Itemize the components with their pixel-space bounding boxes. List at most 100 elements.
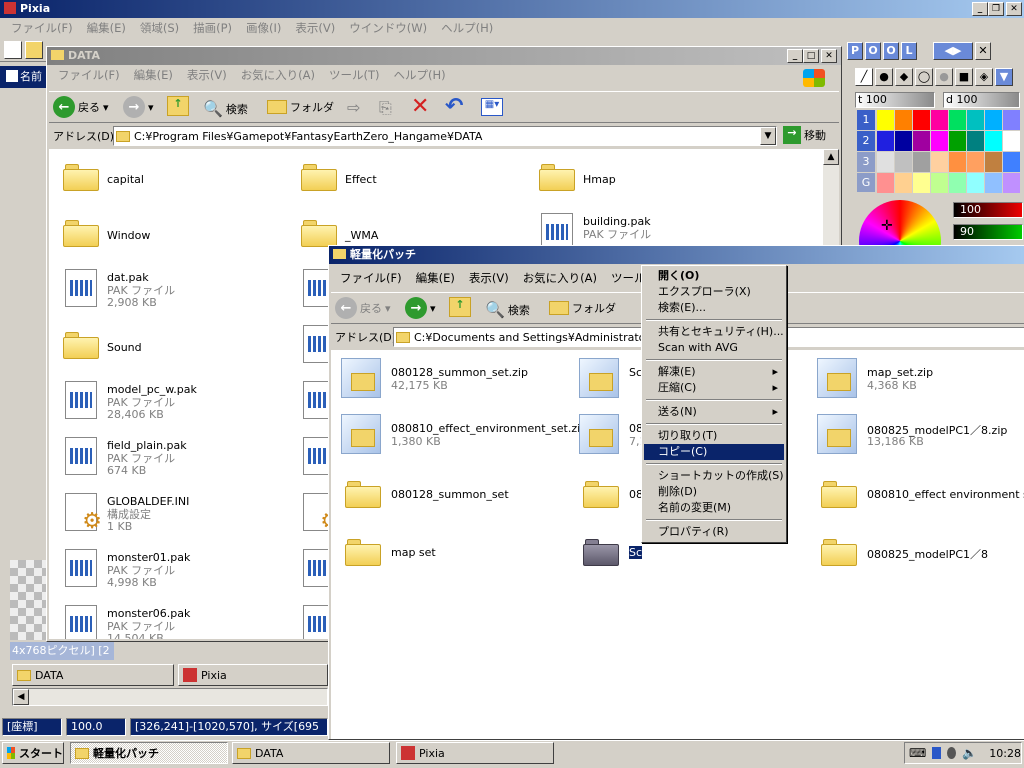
context-menu-item[interactable]: 送る(N) (644, 404, 784, 420)
palette-swatch[interactable] (877, 131, 894, 151)
data-menu-edit[interactable]: 編集(E) (127, 67, 180, 83)
network-icon[interactable] (932, 747, 942, 759)
palette-swatch[interactable] (913, 173, 930, 193)
data-file-item[interactable]: Effect (295, 153, 525, 203)
undo-icon[interactable]: ↶ (445, 94, 463, 119)
light-folders-button[interactable]: フォルダ (549, 300, 616, 316)
data-file-item[interactable]: monster06.pak PAK ファイル 14,504 KB (57, 601, 287, 639)
palette-swatch[interactable] (985, 152, 1002, 172)
light-up-button[interactable]: ↑ (449, 297, 471, 317)
palette-swatch[interactable] (949, 110, 966, 130)
palette-swatch[interactable] (967, 110, 984, 130)
data-menu-file[interactable]: ファイル(F) (51, 67, 127, 83)
palette-swatch[interactable] (877, 152, 894, 172)
palette-swatch[interactable] (931, 131, 948, 151)
light-menu-view[interactable]: 表示(V) (462, 270, 516, 286)
panel-tab-o2[interactable]: O (883, 42, 899, 60)
data-file-item[interactable]: dat.pak PAK ファイル 2,908 KB (57, 265, 287, 315)
data-up-button[interactable]: ↑ (167, 96, 189, 116)
context-menu-item[interactable]: 削除(D) (644, 484, 784, 500)
panel-close-icon[interactable]: ✕ (975, 42, 991, 60)
palette-swatch[interactable] (967, 152, 984, 172)
data-forward-button[interactable]: → ▾ (123, 96, 154, 118)
slider-red[interactable]: 100 (953, 202, 1023, 218)
scroll-up-button[interactable]: ▲ (823, 149, 839, 165)
palette-swatch[interactable] (913, 152, 930, 172)
light-file-item[interactable]: 080825_modelPC1／8.zip 13,186 KB (815, 412, 1024, 462)
light-file-item[interactable]: 080128_summon_set (339, 468, 575, 518)
palette-swatch[interactable] (985, 110, 1002, 130)
context-menu-item[interactable]: 解凍(E) (644, 364, 784, 380)
layers-icon[interactable]: ■ (955, 68, 973, 86)
context-menu-item[interactable]: 名前の変更(M) (644, 500, 784, 516)
palette-swatch[interactable] (913, 110, 930, 130)
light-file-item[interactable]: 080810_effect environment set (815, 468, 1024, 518)
context-menu-item[interactable]: 圧縮(C) (644, 380, 784, 396)
task-data[interactable]: DATA (232, 742, 390, 764)
palette-swatch[interactable] (1003, 173, 1020, 193)
data-file-item[interactable]: Hmap (533, 153, 763, 203)
data-menu-help[interactable]: ヘルプ(H) (387, 67, 453, 83)
menu-view[interactable]: 表示(V) (288, 20, 342, 36)
data-maximize-button[interactable]: □ (803, 49, 819, 63)
dot-brush-icon[interactable]: ● (875, 68, 893, 86)
panel-tab-l[interactable]: L (901, 42, 917, 60)
context-menu-item[interactable]: プロパティ(R) (644, 524, 784, 540)
palette-swatch[interactable] (1003, 152, 1020, 172)
menu-help[interactable]: ヘルプ(H) (434, 20, 500, 36)
data-file-item[interactable]: field_plain.pak PAK ファイル 674 KB (57, 433, 287, 483)
close-button[interactable]: ✕ (1006, 2, 1022, 16)
menu-draw[interactable]: 描画(P) (186, 20, 239, 36)
palette-swatch[interactable] (895, 131, 912, 151)
context-menu-item[interactable]: 検索(E)... (644, 300, 784, 316)
palette-swatch[interactable] (895, 173, 912, 193)
data-menu-favorites[interactable]: お気に入り(A) (234, 67, 322, 83)
slider-green[interactable]: 90 (953, 224, 1023, 240)
views-icon[interactable]: ▦▾ (481, 98, 503, 116)
delete-icon[interactable]: ✕ (411, 94, 429, 119)
palette-swatch[interactable] (967, 131, 984, 151)
data-file-item[interactable]: GLOBALDEF.INI構成設定1 KB (57, 489, 287, 539)
palette-swatch[interactable] (895, 152, 912, 172)
task-light[interactable]: 軽量化パッチ (70, 742, 228, 764)
data-folders-button[interactable]: フォルダ (267, 99, 334, 115)
data-back-button[interactable]: ← 戻る ▾ (53, 96, 109, 118)
data-go-button[interactable]: → 移動 (783, 126, 826, 144)
palette-swatch[interactable] (931, 152, 948, 172)
light-menu-file[interactable]: ファイル(F) (333, 270, 409, 286)
palette-swatch[interactable] (931, 110, 948, 130)
context-menu-item[interactable]: 開く(O) (644, 268, 784, 284)
scroll-left-button[interactable]: ◀ (13, 689, 29, 705)
menu-region[interactable]: 領域(S) (133, 20, 186, 36)
context-menu-item[interactable]: エクスプローラ(X) (644, 284, 784, 300)
palette-swatch[interactable] (895, 110, 912, 130)
data-file-item[interactable]: model_pc_w.pak PAK ファイル 28,406 KB (57, 377, 287, 427)
palette-swatch[interactable] (913, 131, 930, 151)
start-button[interactable]: スタート (2, 742, 64, 764)
palette-swatch[interactable] (949, 131, 966, 151)
pixia-hscroll[interactable]: ◀ (12, 688, 328, 706)
palette[interactable]: 1 2 3 G (857, 110, 1021, 193)
light-file-item[interactable]: 080825_modelPC1／8 (815, 526, 1024, 576)
lasso-icon[interactable]: ◯ (915, 68, 933, 86)
palette-swatch[interactable] (985, 131, 1002, 151)
context-menu-item[interactable]: ショートカットの作成(S) (644, 468, 784, 484)
data-menu-view[interactable]: 表示(V) (180, 67, 234, 83)
keyboard-icon[interactable]: ⌨ (909, 746, 926, 760)
data-search-button[interactable]: 🔍 検索 (203, 99, 248, 118)
copy-to-icon[interactable]: ⎘ (379, 98, 392, 118)
task-pixia[interactable]: Pixia (396, 742, 554, 764)
minimize-button[interactable]: _ (972, 2, 988, 16)
palette-swatch[interactable] (877, 173, 894, 193)
open-doc-icon[interactable] (25, 41, 43, 59)
light-search-button[interactable]: 🔍 検索 (485, 300, 530, 319)
light-menu-edit[interactable]: 編集(E) (409, 270, 462, 286)
palette-swatch[interactable] (967, 173, 984, 193)
palette-swatch[interactable] (1003, 110, 1020, 130)
restore-button[interactable]: ❐ (988, 2, 1004, 16)
eraser-icon[interactable]: ◈ (975, 68, 993, 86)
light-file-item[interactable]: map set (339, 526, 575, 576)
light-file-item[interactable]: map_set.zip 4,368 KB (815, 356, 1024, 406)
panel-tab-p[interactable]: P (847, 42, 863, 60)
dropdown-icon[interactable]: ▼ (995, 68, 1013, 86)
